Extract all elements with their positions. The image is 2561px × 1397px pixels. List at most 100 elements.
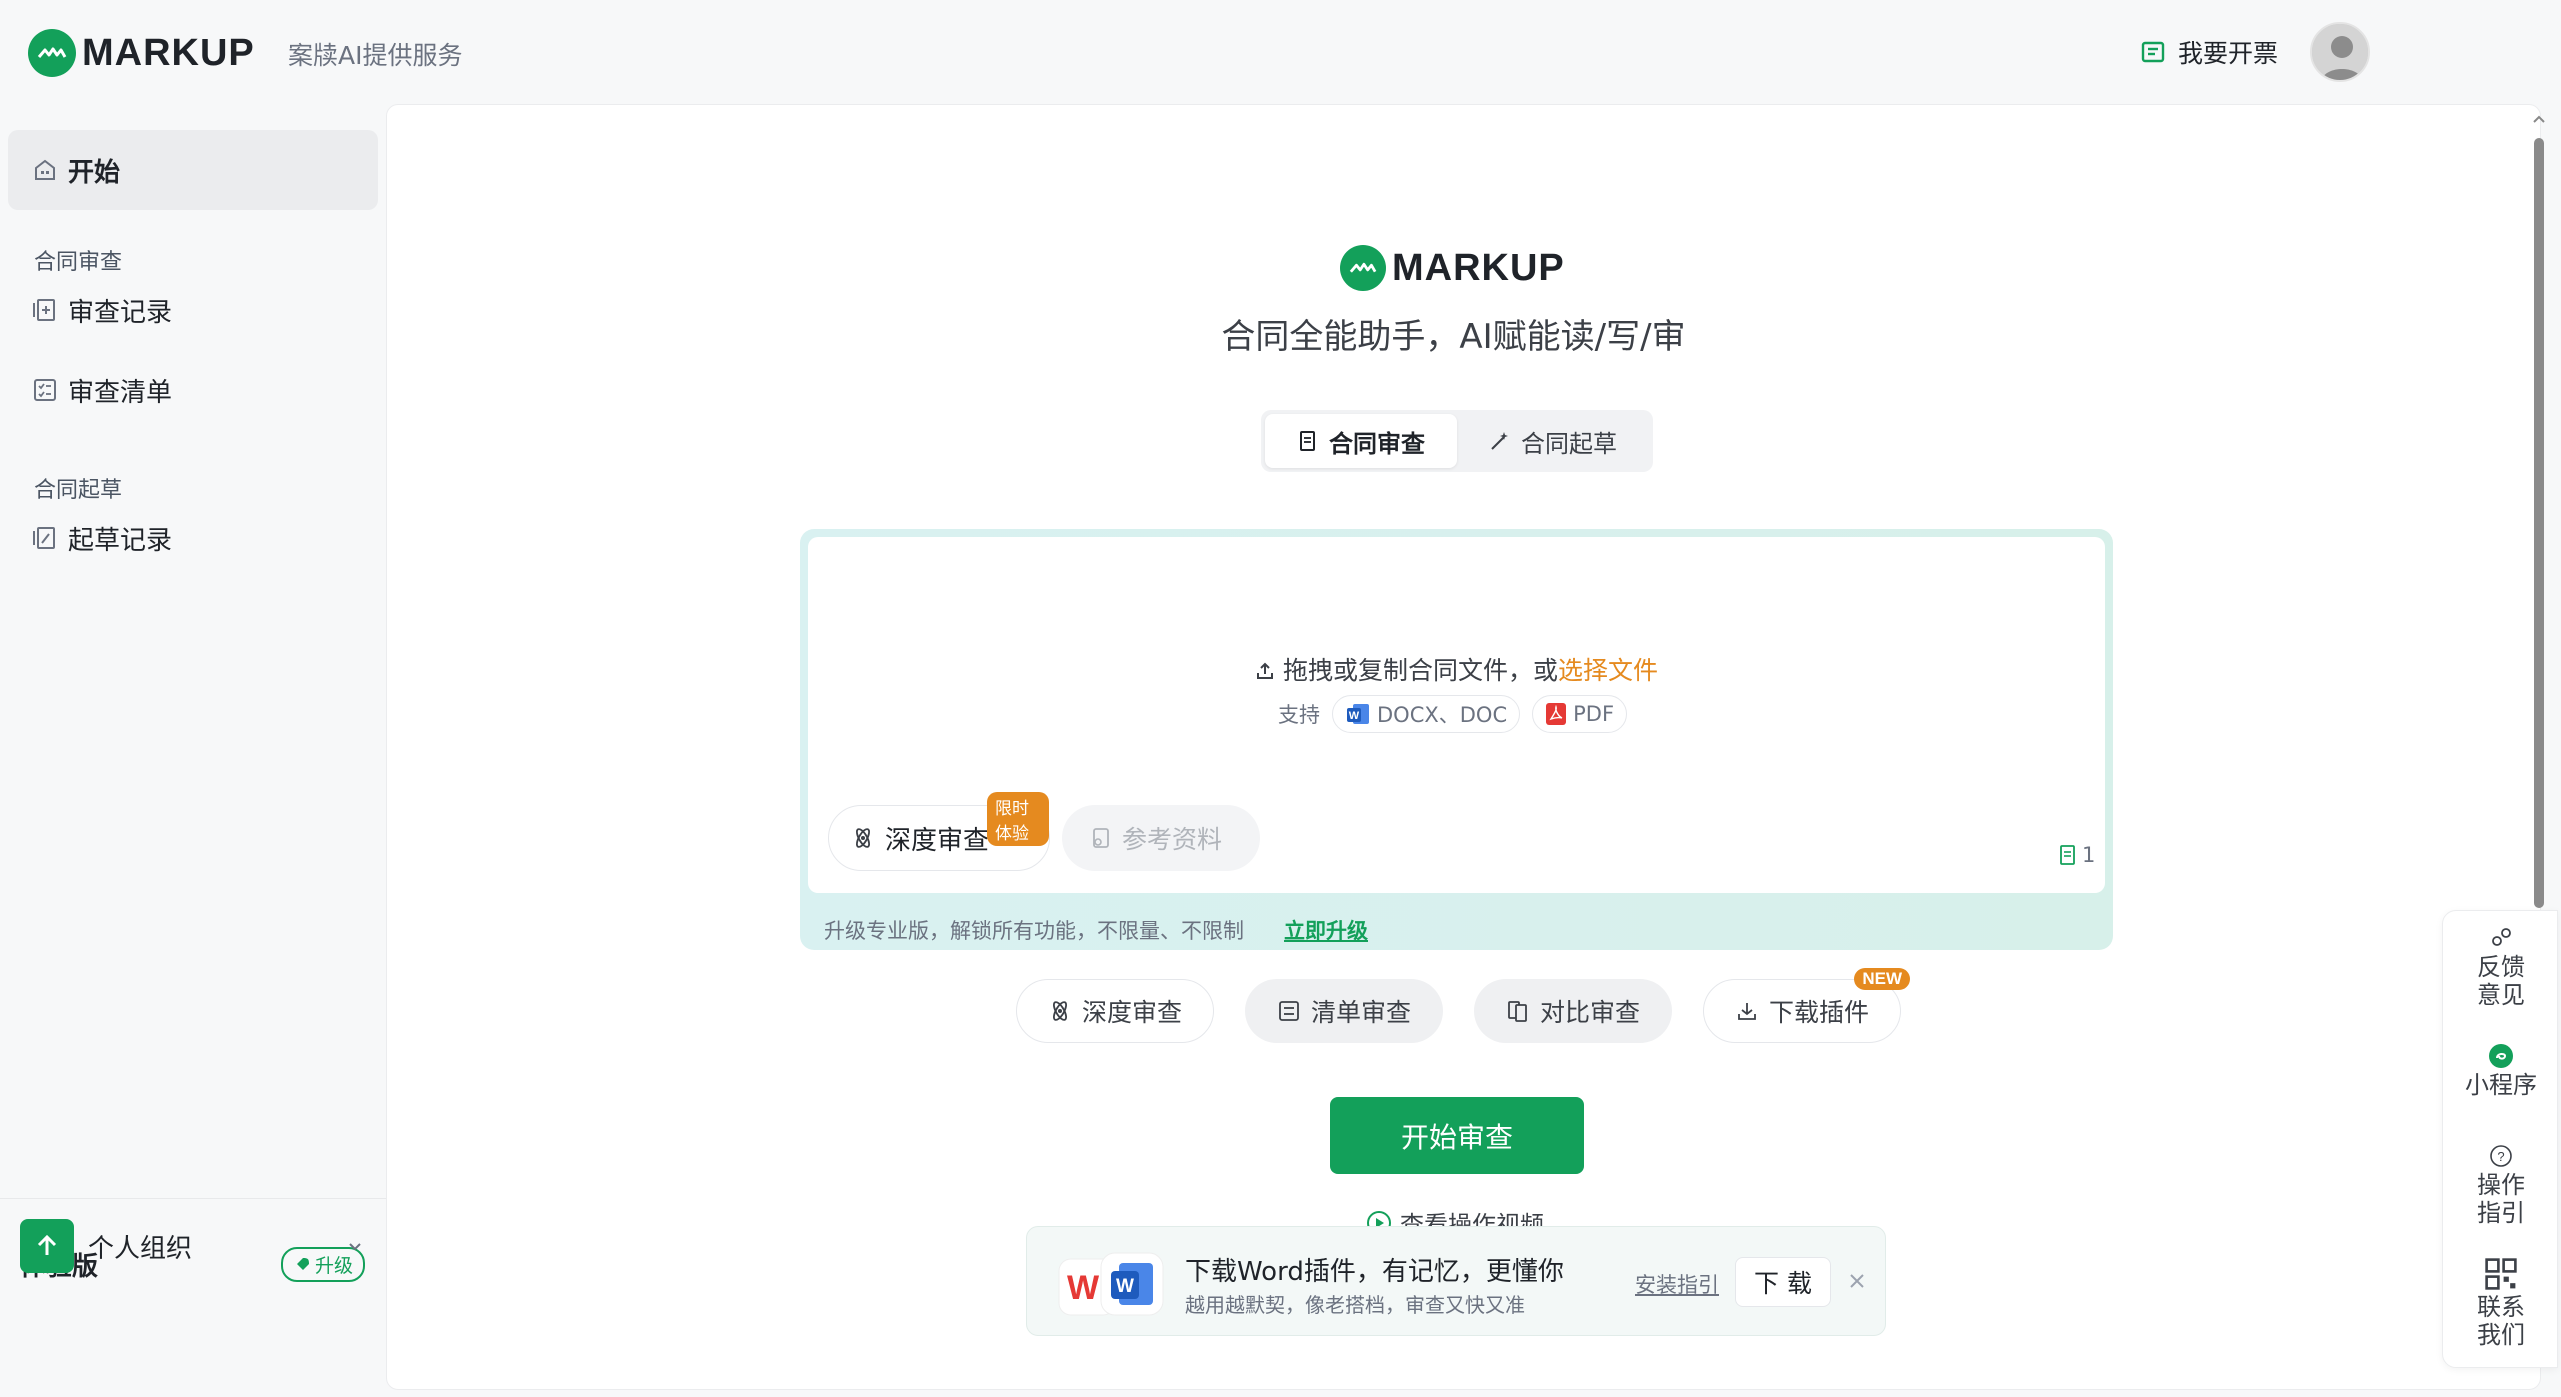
plugin-download-button[interactable]: 下 载 <box>1735 1257 1831 1307</box>
help-icon: ? <box>2490 1145 2512 1167</box>
provider-text: 案牍AI提供服务 <box>288 41 463 70</box>
checklist-icon <box>1279 1001 1299 1021</box>
deep-review-label: 深度审查 <box>885 825 990 856</box>
plugin-title: 下载Word插件，有记忆，更懂你 <box>1185 1257 1564 1287</box>
atom-icon <box>856 828 870 848</box>
document-icon <box>1300 431 1315 451</box>
floating-toolbar: 反馈 意见 小程序 ? 操作 指引 联系 我们 <box>2442 910 2558 1368</box>
hero-logo: MARKUP <box>1340 245 1565 291</box>
sidebar: 开始 合同审查 审查记录 审查清单 合同起草 起草记录 体验版 <box>0 104 386 1397</box>
miniprogram-label: 小程序 <box>2465 1071 2537 1099</box>
start-review-button[interactable]: 开始审查 <box>1330 1097 1584 1174</box>
tab-contract-draft[interactable]: 合同起草 <box>1457 414 1649 468</box>
tab-label: 合同审查 <box>1329 429 1425 458</box>
tab-contract-review[interactable]: 合同审查 <box>1265 414 1457 468</box>
doc-count-value: 1 <box>2082 843 2096 867</box>
feedback-icon <box>2492 928 2511 946</box>
scrollbar-thumb[interactable] <box>2534 138 2544 908</box>
format-label: DOCX、DOC <box>1377 703 1508 727</box>
doc-count: 1 <box>2058 843 2095 867</box>
svg-text:W: W <box>1067 1269 1100 1307</box>
new-tag: NEW <box>1854 968 1910 990</box>
upload-hint: 拖拽或复制合同文件，或选择文件 <box>808 651 2105 687</box>
sidebar-item-draft-record[interactable]: 起草记录 <box>8 498 378 578</box>
contact-label: 联系 我们 <box>2477 1293 2525 1349</box>
guide-label: 操作 指引 <box>2477 1171 2525 1227</box>
compare-review-button[interactable]: 对比审查 <box>1474 979 1672 1043</box>
top-header: MARKUP 案牍AI提供服务 我要开票 <box>0 0 2561 104</box>
format-label: PDF <box>1573 702 1615 726</box>
hero-brand: MARKUP <box>1392 246 1565 289</box>
mode-tabs: 合同审查 合同起草 <box>1261 410 1653 472</box>
limited-tag: 限时体验 <box>987 792 1049 846</box>
deep-review-chip[interactable]: 深度审查 限时体验 <box>828 792 1050 871</box>
contact-button[interactable]: 联系 我们 <box>2443 1257 2559 1349</box>
func-label: 深度审查 <box>1081 998 1182 1027</box>
upgrade-now-link[interactable]: 立即升级 <box>1284 915 1368 945</box>
sidebar-item-label: 审查清单 <box>68 377 173 408</box>
brand-name: MARKUP <box>82 31 255 74</box>
func-label: 下载插件 <box>1768 998 1869 1027</box>
sidebar-item-checklist[interactable]: 审查清单 <box>8 350 378 430</box>
choose-file-link[interactable]: 选择文件 <box>1558 656 1658 685</box>
sidebar-divider <box>0 1198 386 1199</box>
compare-icon <box>1508 1001 1527 1022</box>
plugin-banner: W W 下载Word插件，有记忆，更懂你 越用越默契，像老搭档，审查又快又准 安… <box>1026 1226 1886 1336</box>
chevron-down-icon <box>349 1243 361 1251</box>
download-plugin-button[interactable]: 下载插件 NEW <box>1703 968 1910 1043</box>
avatar-icon <box>2312 24 2368 80</box>
deep-review-button[interactable]: 深度审查 <box>1016 979 1214 1043</box>
sidebar-item-label: 起草记录 <box>68 525 173 556</box>
upgrade-text: 升级专业版，解锁所有功能，不限量、不限制 <box>824 919 1244 943</box>
miniprogram-icon <box>2489 1044 2513 1068</box>
support-label: 支持 <box>1278 703 1320 727</box>
upload-area: 拖拽或复制合同文件，或选择文件 支持 W DOCX、DOC PDF 深度审查 限… <box>800 529 2113 950</box>
reference-chip[interactable]: 参考资料 <box>1062 805 1260 871</box>
svg-text:W: W <box>1116 1276 1134 1297</box>
sidebar-item-start[interactable]: 开始 <box>8 130 378 210</box>
home-icon <box>35 159 55 180</box>
format-chip-word: W DOCX、DOC <box>1332 695 1521 733</box>
pdf-icon <box>1546 703 1567 725</box>
brand-logo[interactable]: MARKUP <box>28 29 255 77</box>
wps-word-icons: W W <box>1058 1252 1164 1316</box>
org-switcher[interactable]: 个人组织 <box>20 1218 365 1274</box>
invoice-icon <box>2141 41 2165 63</box>
sidebar-item-label: 开始 <box>68 157 121 188</box>
support-formats: 支持 W DOCX、DOC PDF <box>1278 695 1628 733</box>
reference-label: 参考资料 <box>1122 825 1223 854</box>
miniprogram-button[interactable]: 小程序 <box>2443 1043 2559 1099</box>
brand-logo-icon <box>28 29 76 77</box>
download-icon <box>1738 1003 1756 1020</box>
plugin-subtitle: 越用越默契，像老搭档，审查又快又准 <box>1185 1293 1525 1317</box>
hero-tagline: 合同全能助手，AI赋能读/写/审 <box>1221 317 1686 357</box>
checklist-review-button[interactable]: 清单审查 <box>1245 979 1443 1043</box>
org-icon <box>20 1219 74 1273</box>
func-label: 清单审查 <box>1310 998 1411 1027</box>
svg-text:W: W <box>1349 710 1360 722</box>
upload-dropzone[interactable]: 拖拽或复制合同文件，或选择文件 支持 W DOCX、DOC PDF 深度审查 限… <box>808 537 2105 893</box>
user-avatar[interactable] <box>2310 22 2370 82</box>
upload-hint-text: 拖拽或复制合同文件，或 <box>1282 656 1558 685</box>
atom-icon <box>1053 1001 1067 1021</box>
magic-wand-icon <box>1491 432 1508 450</box>
feedback-button[interactable]: 反馈 意见 <box>2443 925 2559 1009</box>
svg-text:?: ? <box>2497 1149 2504 1164</box>
scroll-up-icon[interactable] <box>2532 114 2546 124</box>
close-icon[interactable] <box>1847 1271 1867 1291</box>
word-icon: W <box>1347 704 1369 724</box>
draft-record-icon <box>33 527 55 549</box>
org-label: 个人组织 <box>88 1233 193 1264</box>
guide-button[interactable]: ? 操作 指引 <box>2443 1143 2559 1227</box>
attachment-icon <box>1093 828 1109 848</box>
func-label: 对比审查 <box>1539 998 1640 1027</box>
document-count-icon <box>2060 845 2075 865</box>
brand-logo-icon <box>1340 245 1386 291</box>
tab-label: 合同起草 <box>1521 429 1617 458</box>
checklist-icon <box>34 379 56 401</box>
invoice-link[interactable]: 我要开票 <box>2140 34 2278 70</box>
invoice-label: 我要开票 <box>2178 39 2279 68</box>
upgrade-bar: 升级专业版，解锁所有功能，不限量、不限制 立即升级 <box>824 915 1368 945</box>
install-guide-link[interactable]: 安装指引 <box>1635 1269 1719 1299</box>
upload-icon <box>1257 662 1273 679</box>
